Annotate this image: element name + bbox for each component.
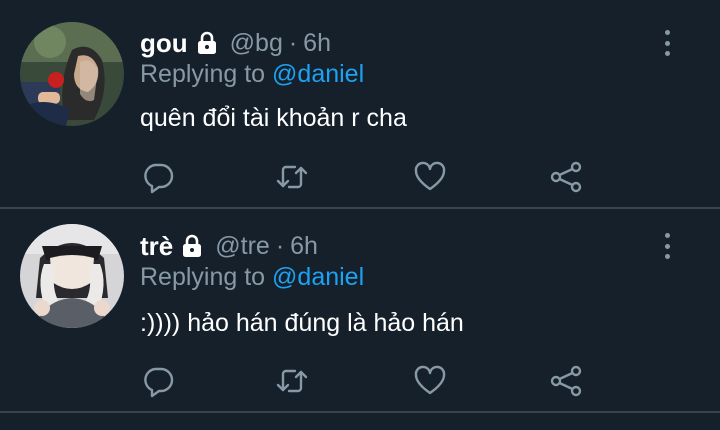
- tweet-actions: [0, 361, 720, 401]
- avatar[interactable]: [20, 22, 124, 126]
- share-button[interactable]: [546, 361, 586, 401]
- timestamp[interactable]: 6h: [303, 29, 331, 58]
- mention-link[interactable]: @daniel: [272, 263, 364, 291]
- display-name[interactable]: gou: [140, 28, 188, 59]
- lock-icon: [194, 30, 220, 56]
- lock-icon: [179, 233, 205, 259]
- share-icon: [550, 365, 582, 397]
- retweet-button[interactable]: [272, 157, 312, 197]
- reply-button[interactable]: [138, 157, 178, 197]
- avatar-image: [20, 22, 124, 126]
- tweet-card[interactable]: trè @tre · 6h Replying to @daniel :)))) …: [0, 209, 720, 413]
- replying-prefix: Replying to: [140, 263, 266, 291]
- user-handle[interactable]: @bg: [230, 29, 283, 58]
- tweet-actions: [0, 157, 720, 197]
- reply-icon: [144, 163, 174, 194]
- more-vertical-icon[interactable]: [656, 229, 678, 263]
- share-button[interactable]: [546, 157, 586, 197]
- replying-prefix: Replying to: [140, 60, 266, 88]
- retweet-icon: [276, 165, 308, 189]
- avatar[interactable]: [20, 224, 124, 328]
- display-name[interactable]: trè: [140, 231, 173, 262]
- like-icon: [414, 161, 446, 191]
- tweet-text: :)))) hảo hán đúng là hảo hán: [140, 309, 464, 337]
- separator-dot: ·: [275, 231, 285, 260]
- timestamp[interactable]: 6h: [290, 232, 318, 261]
- tweet-header: trè @tre · 6h: [140, 229, 318, 263]
- mention-link[interactable]: @daniel: [272, 60, 364, 88]
- like-icon: [414, 365, 446, 395]
- reply-icon: [144, 367, 174, 398]
- user-handle[interactable]: @tre: [215, 232, 270, 261]
- replying-to: Replying to @daniel: [140, 263, 364, 292]
- reply-button[interactable]: [138, 361, 178, 401]
- retweet-icon: [276, 369, 308, 393]
- share-icon: [550, 161, 582, 193]
- tweet-text: quên đổi tài khoản r cha: [140, 104, 407, 132]
- separator-dot: ·: [288, 28, 298, 57]
- tweet-header: gou @bg · 6h: [140, 26, 331, 60]
- replying-to: Replying to @daniel: [140, 60, 364, 89]
- retweet-button[interactable]: [272, 361, 312, 401]
- like-button[interactable]: [410, 361, 450, 401]
- more-vertical-icon[interactable]: [656, 26, 678, 60]
- like-button[interactable]: [410, 157, 450, 197]
- tweet-feed: gou @bg · 6h Replying to @daniel quên đổ…: [0, 0, 720, 430]
- tweet-card[interactable]: gou @bg · 6h Replying to @daniel quên đổ…: [0, 0, 720, 209]
- avatar-image: [20, 224, 124, 328]
